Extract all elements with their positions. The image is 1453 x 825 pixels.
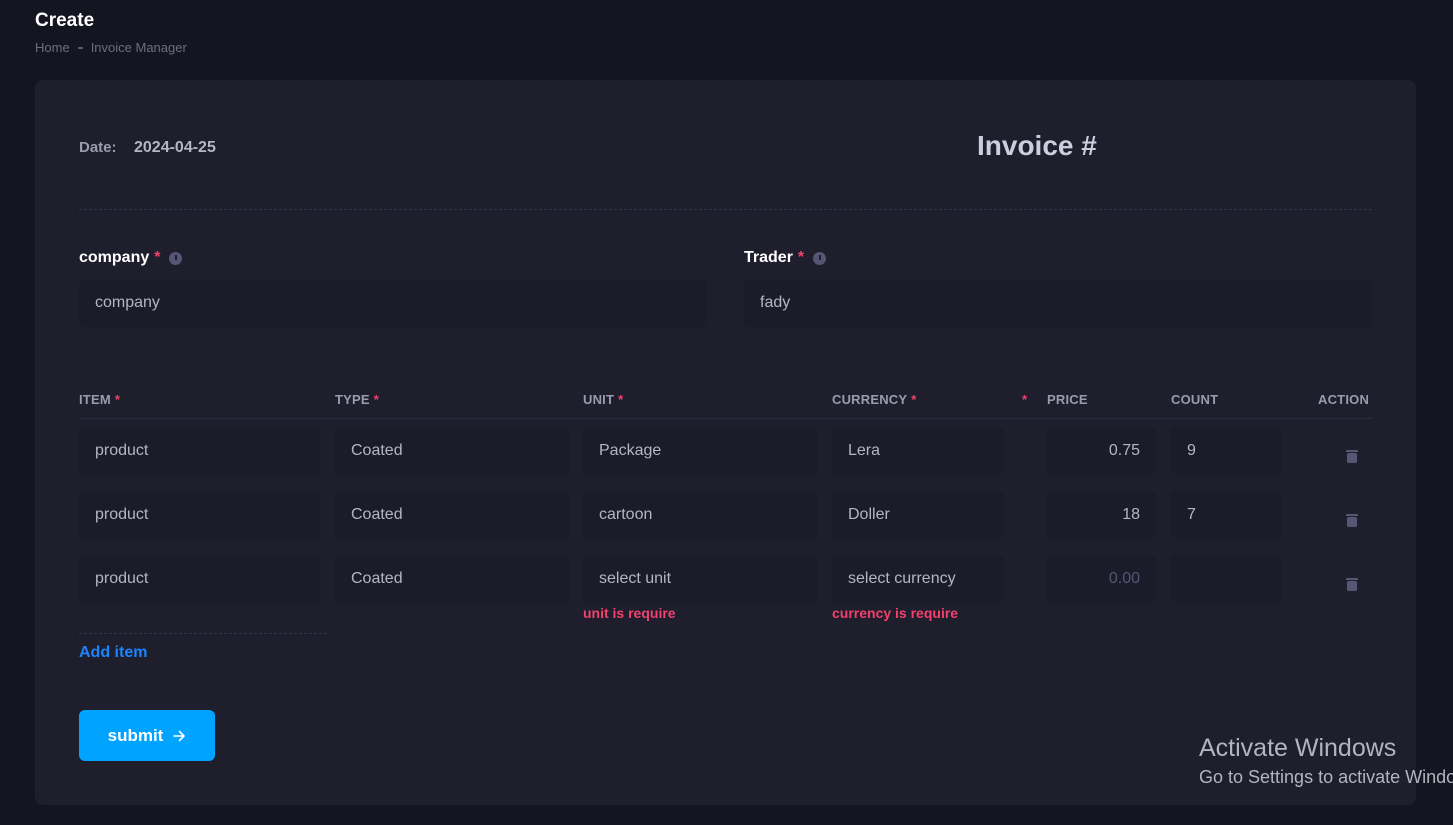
required-mark: * [797,249,805,266]
activate-windows-title: Activate Windows [1199,734,1397,762]
header-divider [79,209,1372,210]
date-label: Date: [79,139,117,156]
type-select[interactable]: Coated [335,427,569,475]
item-input[interactable]: product [79,555,320,603]
breadcrumb-home[interactable]: Home [35,40,70,55]
header-item-text: ITEM [79,392,111,407]
currency-error: currency is require [832,605,959,621]
breadcrumb-separator [77,46,83,49]
table-header-divider [79,418,1372,419]
trash-icon[interactable] [1346,578,1358,591]
count-input[interactable] [1171,555,1281,603]
header-currency: CURRENCY * [832,392,917,407]
header-type: TYPE * [335,392,379,407]
currency-select[interactable]: Lera [832,427,1004,475]
breadcrumb-current: Invoice Manager [90,40,187,55]
company-label-text: company [79,249,150,266]
activate-windows-subtitle: Go to Settings to activate Windows. [1199,767,1453,787]
header-action: ACTION [1318,392,1370,407]
required-mark: * [114,392,121,407]
type-select[interactable]: Coated [335,491,569,539]
header-extra-required: * [1022,392,1028,407]
unit-select[interactable]: cartoon [583,491,817,539]
company-label: company * [79,249,183,267]
submit-button[interactable]: submit [79,710,215,761]
item-input[interactable]: product [79,427,320,475]
trash-icon[interactable] [1346,514,1358,527]
header-count: COUNT [1171,392,1219,407]
header-item: ITEM * [79,392,120,407]
add-item-link[interactable]: Add item [79,644,147,662]
trash-icon[interactable] [1346,450,1358,463]
unit-error: unit is require [583,605,676,621]
count-input[interactable]: 9 [1171,427,1281,475]
info-icon[interactable] [813,251,827,265]
unit-select[interactable]: select unit [583,555,817,603]
trader-label: Trader * [744,249,827,267]
required-mark: * [911,392,917,407]
required-mark: * [373,392,380,407]
page-title: Create [35,10,95,31]
trader-input[interactable]: fady [744,279,1372,327]
submit-label: submit [107,725,164,745]
header-unit-text: UNIT [583,392,615,407]
invoice-title: Invoice # [977,130,1097,161]
breadcrumb: Home Invoice Manager [35,40,187,55]
invoice-card: Date: 2024-04-25 Invoice # company * com… [35,80,1416,805]
price-input[interactable]: 0.00 [1047,555,1156,603]
price-input[interactable]: 0.75 [1047,427,1156,475]
currency-select[interactable]: select currency [832,555,1004,603]
info-icon[interactable] [169,251,183,265]
header-unit: UNIT * [583,392,623,407]
header-currency-text: CURRENCY [832,392,908,407]
header-type-text: TYPE [335,392,370,407]
currency-select[interactable]: Doller [832,491,1004,539]
price-input[interactable]: 18 [1047,491,1156,539]
company-input[interactable]: company [79,279,707,327]
date-value: 2024-04-25 [134,139,216,156]
trader-label-text: Trader [744,249,793,266]
header-price: PRICE [1047,392,1088,407]
add-item-divider [79,633,327,634]
required-mark: * [154,249,161,266]
required-mark: * [618,392,624,407]
unit-select[interactable]: Package [583,427,817,475]
count-input[interactable]: 7 [1171,491,1281,539]
type-select[interactable]: Coated [335,555,569,603]
arrow-right-icon [173,730,186,741]
item-input[interactable]: product [79,491,320,539]
